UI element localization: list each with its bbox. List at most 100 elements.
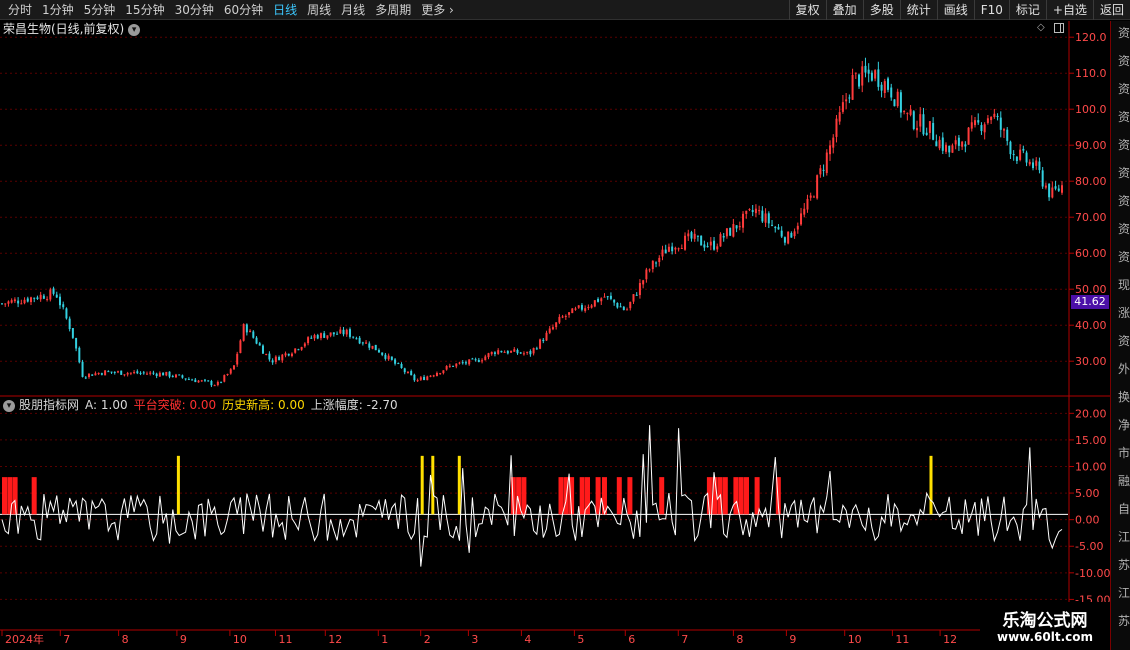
candle-body	[609, 295, 612, 299]
candle-body	[348, 329, 351, 337]
time-axis-label: 12	[943, 633, 957, 646]
side-panel-label: 江	[1118, 530, 1130, 544]
candle-body	[858, 74, 861, 87]
candle-body	[861, 66, 864, 86]
time-axis-label: 12	[328, 633, 342, 646]
candle-body	[993, 113, 996, 117]
side-panel-label: 资	[1118, 26, 1130, 40]
candle-body	[516, 349, 519, 354]
candle-body	[319, 333, 322, 339]
time-axis-label: 8	[122, 633, 129, 646]
candle-body	[635, 294, 638, 296]
side-panel-label: 净	[1118, 418, 1130, 432]
candle-body	[764, 213, 767, 223]
candle-body	[316, 335, 319, 339]
candle-body	[816, 175, 819, 199]
candle-body	[361, 342, 364, 344]
rise-amplitude-line	[1, 425, 1063, 567]
candle-body	[738, 226, 741, 228]
candle-body	[774, 226, 777, 229]
candle-body	[896, 91, 899, 107]
time-axis-label: 1	[381, 633, 388, 646]
candle-body	[52, 288, 55, 294]
candle-body	[419, 377, 422, 380]
candle-body	[55, 294, 58, 298]
candle-body	[210, 381, 213, 386]
candle-body	[91, 374, 94, 376]
candle-body	[493, 352, 496, 354]
candle-body	[145, 373, 148, 375]
candle-body	[545, 332, 548, 341]
candle-body	[307, 337, 310, 344]
candle-body	[555, 322, 558, 328]
candle-body	[129, 372, 132, 374]
candle-body	[216, 381, 219, 385]
candle-body	[767, 213, 770, 224]
candle-body	[893, 99, 896, 107]
candle-body	[410, 371, 413, 376]
candle-body	[780, 230, 783, 237]
candle-body	[974, 120, 977, 126]
candle-body	[948, 145, 951, 153]
candle-body	[909, 109, 912, 115]
platform-breakout-bar	[627, 477, 633, 515]
candle-body	[568, 312, 571, 315]
candle-body	[197, 380, 200, 383]
candle-body	[825, 152, 828, 173]
candle-body	[667, 246, 670, 252]
candle-body	[812, 196, 815, 198]
candle-body	[613, 299, 616, 303]
candle-body	[33, 297, 36, 299]
candle-body	[577, 305, 580, 308]
candle-body	[642, 280, 645, 285]
candle-body	[758, 210, 761, 212]
side-panel-label: 融	[1118, 474, 1130, 488]
candle-body	[271, 360, 274, 363]
platform-breakout-bar	[12, 477, 18, 515]
candle-body	[107, 371, 110, 373]
candle-body	[249, 330, 252, 333]
candle-body	[838, 112, 841, 122]
candle-body	[526, 351, 529, 353]
candle-body	[168, 371, 171, 377]
history-high-bar	[420, 455, 424, 515]
candle-body	[1019, 149, 1022, 160]
candle-body	[1061, 185, 1063, 193]
candle-body	[165, 371, 168, 376]
candle-body	[284, 353, 287, 356]
side-panel-label: 苏	[1118, 558, 1130, 572]
candle-body	[490, 351, 493, 355]
candle-body	[616, 302, 619, 308]
time-axis-label: 7	[681, 633, 688, 646]
side-panel-label: 苏	[1118, 614, 1130, 628]
candle-body	[655, 262, 658, 264]
candle-body	[87, 373, 90, 378]
candle-body	[925, 132, 928, 135]
candle-body	[706, 246, 709, 248]
side-panel-label: 资	[1118, 166, 1130, 180]
candle-body	[313, 335, 316, 339]
indicator-axis-label: 20.00	[1075, 407, 1107, 420]
candle-body	[819, 168, 822, 175]
candle-body	[39, 294, 42, 300]
candle-body	[332, 332, 335, 335]
candle-body	[961, 141, 964, 147]
candle-body	[684, 235, 687, 250]
platform-breakout-bar	[616, 477, 622, 515]
candle-body	[184, 378, 187, 380]
platform-breakout-bar	[558, 477, 564, 515]
candle-body	[155, 373, 158, 376]
price-axis-label: 60.00	[1075, 247, 1107, 260]
candle-body	[732, 224, 735, 237]
current-price-tag: 41.62	[1071, 295, 1109, 309]
candle-body	[84, 377, 87, 379]
candle-body	[629, 301, 632, 309]
candle-body	[542, 339, 545, 342]
chevron-down-icon[interactable]: ▾	[3, 399, 15, 412]
candle-body	[110, 371, 113, 373]
candle-body	[229, 369, 232, 374]
candle-body	[377, 350, 380, 353]
candle-body	[645, 269, 648, 280]
candle-body	[722, 236, 725, 238]
candle-body	[487, 353, 490, 358]
